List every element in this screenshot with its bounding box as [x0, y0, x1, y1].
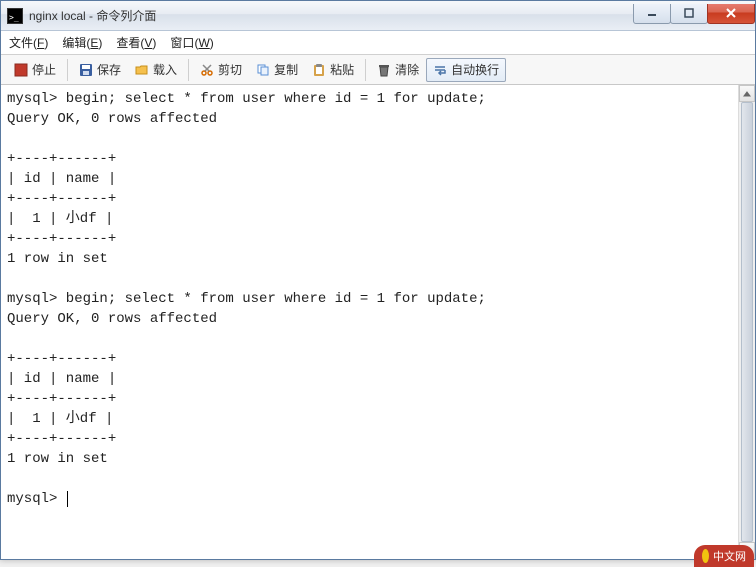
menu-edit[interactable]: 编辑(E)	[62, 34, 102, 51]
folder-open-icon	[135, 63, 149, 77]
watermark-text: 中文网	[713, 548, 746, 564]
load-button[interactable]: 载入	[128, 58, 184, 82]
menu-view[interactable]: 查看(V)	[116, 34, 156, 51]
save-label: 保存	[97, 61, 121, 78]
cut-label: 剪切	[218, 61, 242, 78]
maximize-button[interactable]	[670, 4, 708, 24]
scroll-track[interactable]	[739, 102, 755, 542]
close-button[interactable]	[707, 4, 755, 24]
copy-icon	[256, 63, 270, 77]
paste-icon	[312, 63, 326, 77]
text-cursor	[67, 491, 68, 507]
toolbar-separator	[67, 59, 68, 81]
floppy-icon	[79, 63, 93, 77]
wrap-icon	[433, 63, 447, 77]
wrap-label: 自动换行	[451, 61, 499, 78]
terminal-output[interactable]: mysql> begin; select * from user where i…	[1, 85, 738, 559]
wrap-button[interactable]: 自动换行	[426, 58, 506, 82]
clear-button[interactable]: 清除	[370, 58, 426, 82]
stop-icon	[14, 63, 28, 77]
minimize-button[interactable]	[633, 4, 671, 24]
copy-label: 复制	[274, 61, 298, 78]
window-title: nginx local - 命令列介面	[29, 7, 634, 24]
menu-bar: 文件(F) 编辑(E) 查看(V) 窗口(W)	[1, 31, 755, 55]
title-bar[interactable]: nginx local - 命令列介面	[1, 1, 755, 31]
stop-button[interactable]: 停止	[7, 58, 63, 82]
clear-label: 清除	[395, 61, 419, 78]
load-label: 载入	[153, 61, 177, 78]
scroll-thumb[interactable]	[741, 102, 753, 542]
toolbar: 停止 保存 载入 剪切 复制	[1, 55, 755, 85]
watermark-badge: 中文网	[694, 545, 754, 567]
cut-button[interactable]: 剪切	[193, 58, 249, 82]
menu-file[interactable]: 文件(F)	[9, 34, 48, 51]
paste-label: 粘贴	[330, 61, 354, 78]
vertical-scrollbar[interactable]	[738, 85, 755, 559]
copy-button[interactable]: 复制	[249, 58, 305, 82]
terminal-area: mysql> begin; select * from user where i…	[1, 85, 755, 559]
window-controls	[634, 4, 755, 24]
stop-label: 停止	[32, 61, 56, 78]
scroll-up-button[interactable]	[739, 85, 755, 102]
trash-icon	[377, 63, 391, 77]
app-window: nginx local - 命令列介面 文件(F) 编辑(E) 查看(V) 窗口…	[0, 0, 756, 560]
save-button[interactable]: 保存	[72, 58, 128, 82]
toolbar-separator	[188, 59, 189, 81]
scissors-icon	[200, 63, 214, 77]
toolbar-separator	[365, 59, 366, 81]
paste-button[interactable]: 粘贴	[305, 58, 361, 82]
terminal-icon	[7, 8, 23, 24]
menu-window[interactable]: 窗口(W)	[170, 34, 213, 51]
